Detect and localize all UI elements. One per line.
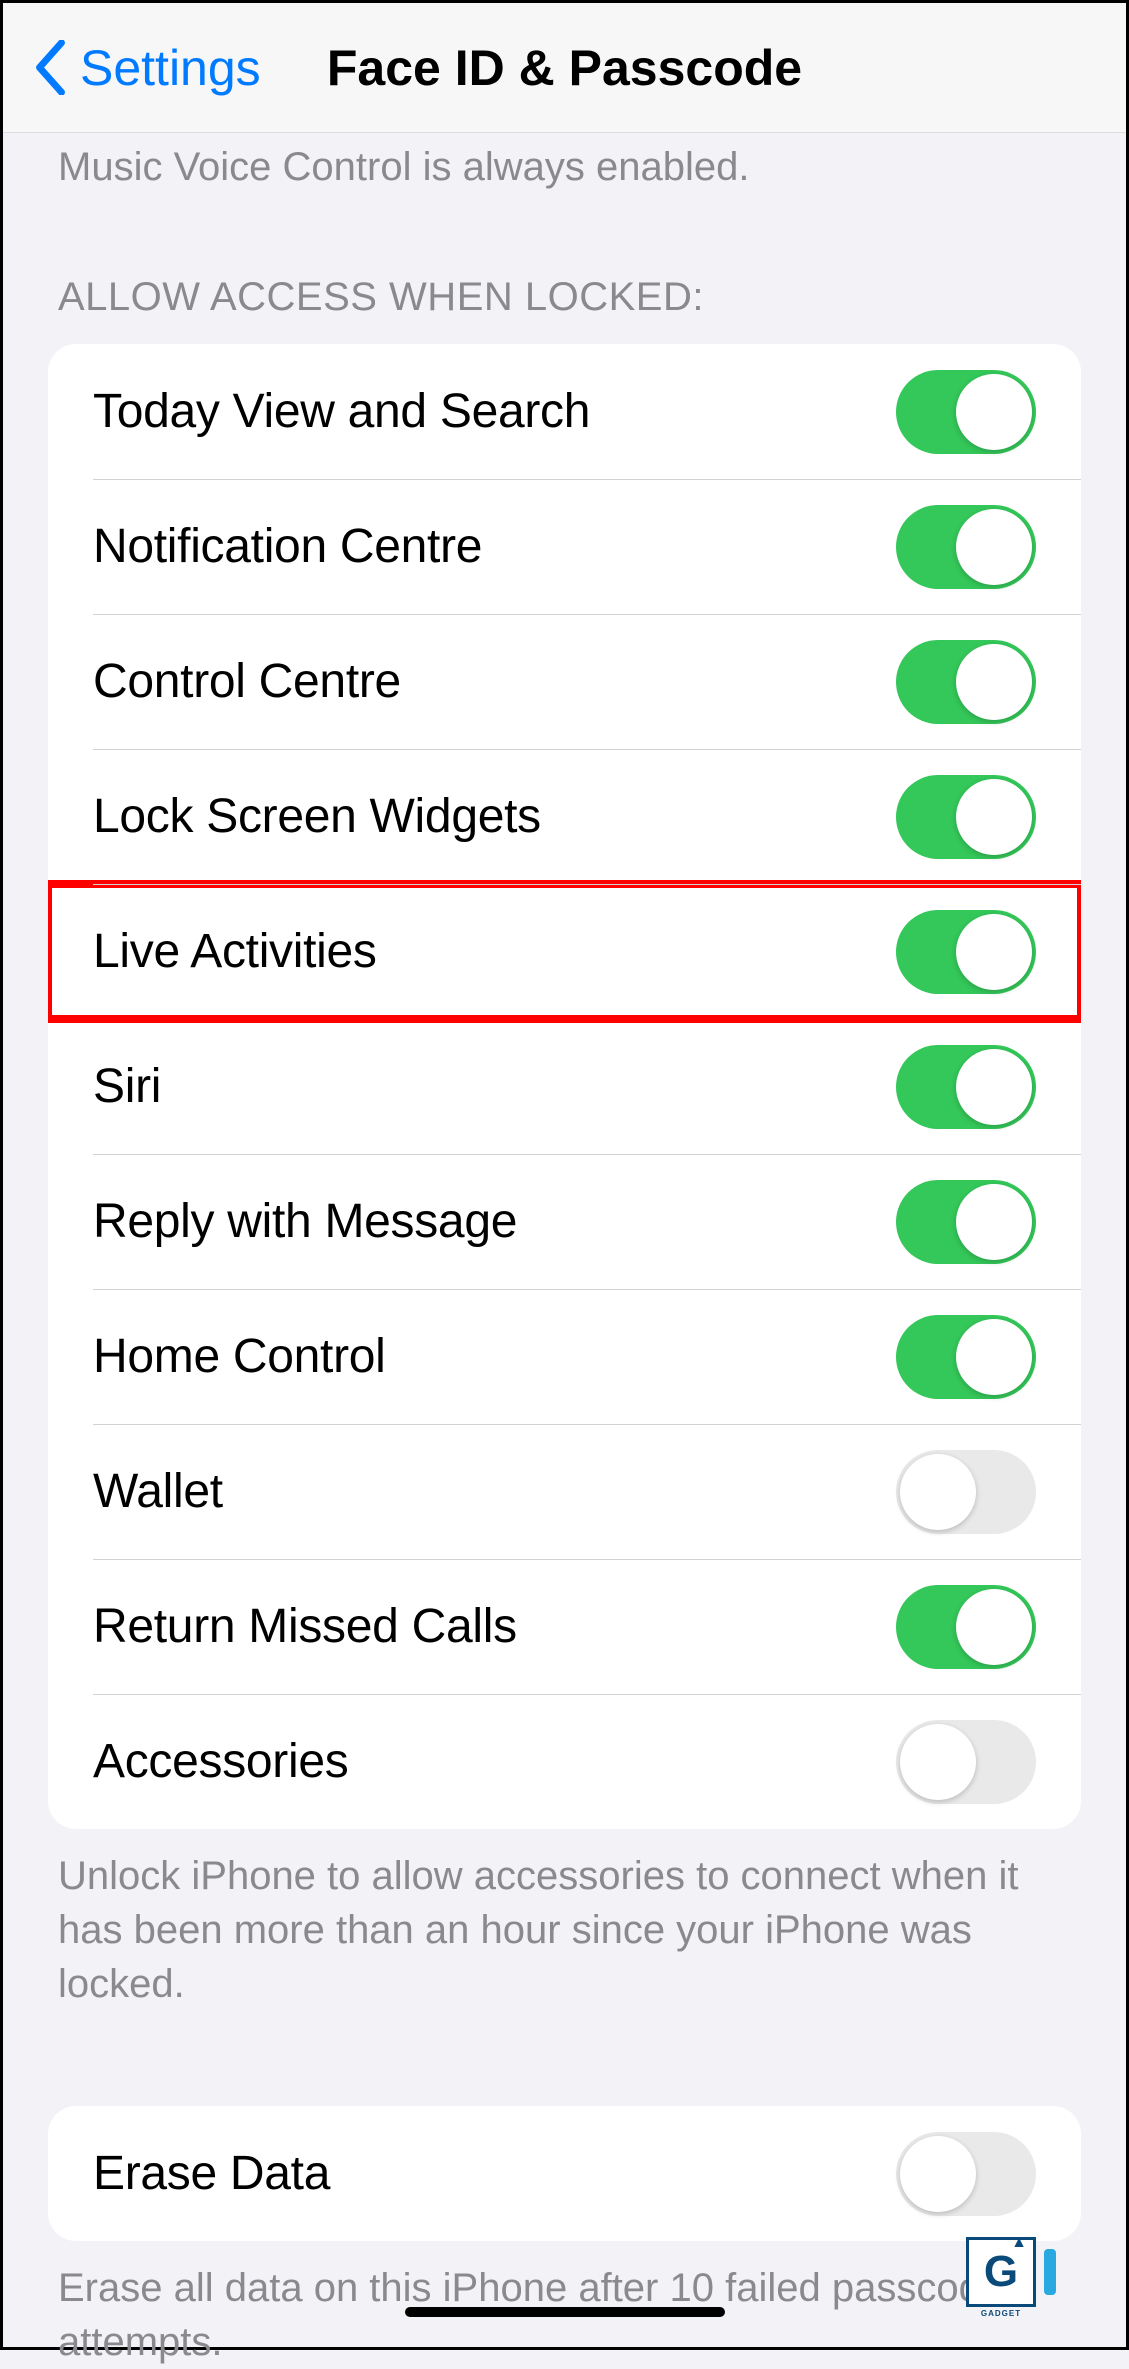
toggle-control-centre[interactable] bbox=[896, 640, 1036, 724]
access-row-wallet[interactable]: Wallet bbox=[48, 1424, 1081, 1559]
back-button[interactable]: Settings bbox=[33, 39, 261, 97]
toggle-knob bbox=[956, 1319, 1032, 1395]
back-label: Settings bbox=[80, 39, 261, 97]
toggle-knob bbox=[900, 1724, 976, 1800]
toggle-knob bbox=[956, 509, 1032, 585]
row-label: Siri bbox=[93, 1059, 161, 1114]
row-label: Home Control bbox=[93, 1329, 386, 1384]
access-row-notification-centre[interactable]: Notification Centre bbox=[48, 479, 1081, 614]
toggle-notification-centre[interactable] bbox=[896, 505, 1036, 589]
toggle-knob bbox=[956, 914, 1032, 990]
erase-data-label: Erase Data bbox=[93, 2146, 330, 2201]
access-row-accessories[interactable]: Accessories bbox=[48, 1694, 1081, 1829]
toggle-lock-screen-widgets[interactable] bbox=[896, 775, 1036, 859]
erase-data-toggle[interactable] bbox=[896, 2132, 1036, 2216]
toggle-accessories[interactable] bbox=[896, 1720, 1036, 1804]
content-area: Music Voice Control is always enabled. A… bbox=[3, 133, 1126, 2369]
voice-control-note: Music Voice Control is always enabled. bbox=[3, 133, 1126, 190]
toggle-home-control[interactable] bbox=[896, 1315, 1036, 1399]
access-row-today-view-and-search[interactable]: Today View and Search bbox=[48, 344, 1081, 479]
row-label: Accessories bbox=[93, 1734, 348, 1789]
toggle-knob bbox=[956, 644, 1032, 720]
toggle-knob bbox=[956, 1184, 1032, 1260]
row-label: Lock Screen Widgets bbox=[93, 789, 541, 844]
access-row-reply-with-message[interactable]: Reply with Message bbox=[48, 1154, 1081, 1289]
page-title: Face ID & Passcode bbox=[327, 39, 802, 97]
row-label: Return Missed Calls bbox=[93, 1599, 517, 1654]
access-row-control-centre[interactable]: Control Centre bbox=[48, 614, 1081, 749]
toggle-knob bbox=[956, 1589, 1032, 1665]
toggle-live-activities[interactable] bbox=[896, 910, 1036, 994]
toggle-knob bbox=[900, 1454, 976, 1530]
watermark-logo: G ▲ GADGET bbox=[966, 2237, 1056, 2307]
access-row-siri[interactable]: Siri bbox=[48, 1019, 1081, 1154]
access-row-live-activities[interactable]: Live Activities bbox=[48, 884, 1081, 1019]
erase-data-group: Erase Data bbox=[48, 2106, 1081, 2241]
row-label: Reply with Message bbox=[93, 1194, 517, 1249]
chevron-left-icon bbox=[33, 40, 68, 95]
toggle-return-missed-calls[interactable] bbox=[896, 1585, 1036, 1669]
row-label: Today View and Search bbox=[93, 384, 590, 439]
row-label: Notification Centre bbox=[93, 519, 482, 574]
watermark-bar-icon bbox=[1044, 2249, 1056, 2295]
access-row-home-control[interactable]: Home Control bbox=[48, 1289, 1081, 1424]
toggle-reply-with-message[interactable] bbox=[896, 1180, 1036, 1264]
erase-data-row[interactable]: Erase Data bbox=[48, 2106, 1081, 2241]
section-header-allow-access: Allow Access When Locked: bbox=[3, 190, 1126, 344]
toggle-knob bbox=[900, 2136, 976, 2212]
toggle-wallet[interactable] bbox=[896, 1450, 1036, 1534]
row-label: Live Activities bbox=[93, 924, 377, 979]
navigation-bar: Settings Face ID & Passcode bbox=[3, 3, 1126, 133]
watermark-g-icon: G ▲ GADGET bbox=[966, 2237, 1036, 2307]
toggle-knob bbox=[956, 779, 1032, 855]
row-label: Control Centre bbox=[93, 654, 401, 709]
toggle-today-view-and-search[interactable] bbox=[896, 370, 1036, 454]
row-label: Wallet bbox=[93, 1464, 223, 1519]
toggle-knob bbox=[956, 374, 1032, 450]
toggle-knob bbox=[956, 1049, 1032, 1125]
arrow-up-icon: ▲ bbox=[1011, 2234, 1027, 2252]
access-row-lock-screen-widgets[interactable]: Lock Screen Widgets bbox=[48, 749, 1081, 884]
home-indicator[interactable] bbox=[405, 2307, 725, 2317]
access-row-return-missed-calls[interactable]: Return Missed Calls bbox=[48, 1559, 1081, 1694]
allow-access-group: Today View and Search Notification Centre… bbox=[48, 344, 1081, 1829]
toggle-siri[interactable] bbox=[896, 1045, 1036, 1129]
accessories-footer-note: Unlock iPhone to allow accessories to co… bbox=[3, 1829, 1126, 2011]
